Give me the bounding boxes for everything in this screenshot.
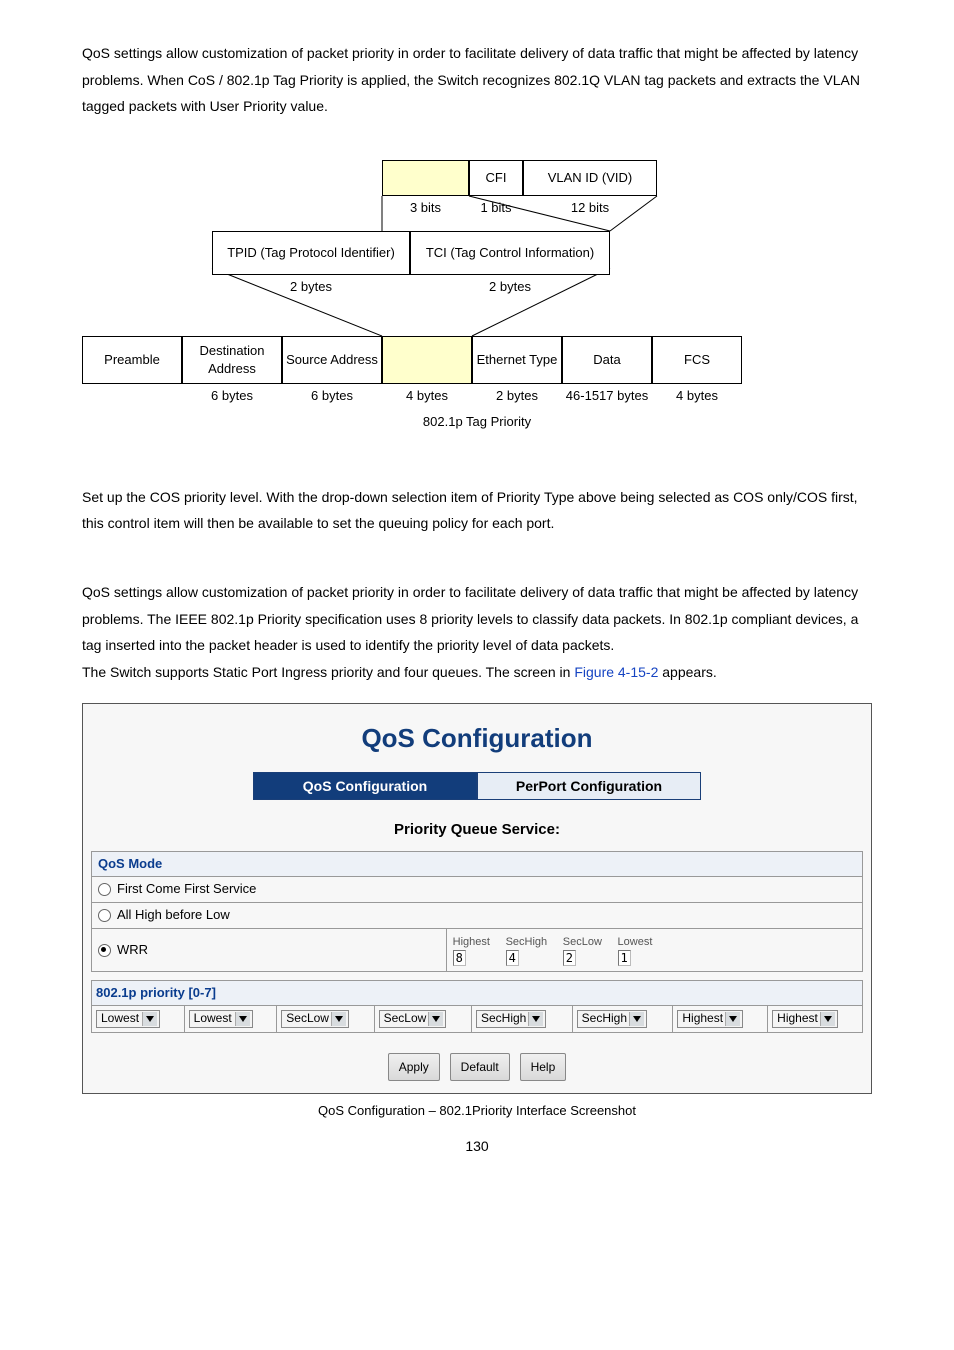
screenshot-title: QoS Configuration <box>83 704 871 771</box>
wrr-input-lowest[interactable]: 1 <box>618 950 631 966</box>
cell-tci: TCI (Tag Control Information) <box>410 231 610 275</box>
wrr-label-0: Highest <box>453 936 490 948</box>
radio-allhigh[interactable] <box>98 909 111 922</box>
tab-qos-configuration[interactable]: QoS Configuration <box>253 772 477 800</box>
radio-allhigh-label: All High before Low <box>117 907 230 922</box>
chevron-down-icon <box>331 1012 346 1026</box>
chevron-down-icon <box>629 1012 644 1026</box>
wrr-input-sechigh[interactable]: 4 <box>506 950 519 966</box>
bytes-tag: 4 bytes <box>382 388 472 405</box>
wrr-label-3: Lowest <box>618 936 653 948</box>
bytes-data: 46-1517 bytes <box>562 388 652 405</box>
diagram-caption: 802.1p Tag Priority <box>82 414 872 431</box>
priority-select-6[interactable]: Highest <box>677 1010 743 1028</box>
wrr-label-2: SecLow <box>563 936 602 948</box>
chevron-down-icon <box>528 1012 543 1026</box>
bits-3: 3 bits <box>382 200 469 217</box>
page-number: 130 <box>82 1133 872 1160</box>
radio-wrr[interactable] <box>98 944 111 957</box>
priority-select-4[interactable]: SecHigh <box>476 1010 546 1028</box>
cell-data: Data <box>562 336 652 384</box>
priority-queue-heading: Priority Queue Service: <box>83 806 871 851</box>
mid-p3-a: The Switch supports Static Port Ingress … <box>82 664 574 680</box>
bytes-et: 2 bytes <box>472 388 562 405</box>
bytes-tci: 2 bytes <box>410 279 610 296</box>
default-button[interactable]: Default <box>450 1053 510 1082</box>
wrr-input-highest[interactable]: 8 <box>453 950 466 966</box>
bits-12: 12 bits <box>523 200 657 217</box>
button-row: Apply Default Help <box>83 1045 871 1094</box>
qos-config-screenshot: QoS Configuration QoS ConfigurationPerPo… <box>82 703 872 1094</box>
wrr-label-1: SecHigh <box>506 936 548 948</box>
radio-fcfs[interactable] <box>98 883 111 896</box>
priority-table: 802.1p priority [0-7] Lowest Lowest SecLow… <box>91 980 863 1033</box>
cell-src-addr: Source Address <box>282 336 382 384</box>
priority-select-5[interactable]: SecHigh <box>577 1010 647 1028</box>
cell-eth-type: Ethernet Type <box>472 336 562 384</box>
vlan-tag-diagram: CFI VLAN ID (VID) 3 bits 1 bits 12 bits … <box>82 160 872 460</box>
priority-select-1[interactable]: Lowest <box>189 1010 253 1028</box>
chevron-down-icon <box>235 1012 250 1026</box>
priority-select-2[interactable]: SecLow <box>281 1010 349 1028</box>
bits-1: 1 bits <box>469 200 523 217</box>
apply-button[interactable]: Apply <box>388 1053 440 1082</box>
chevron-down-icon <box>428 1012 443 1026</box>
cell-tag-blank <box>382 336 472 384</box>
config-tabs: QoS ConfigurationPerPort Configuration <box>83 772 871 806</box>
wrr-input-seclow[interactable]: 2 <box>563 950 576 966</box>
priority-select-7[interactable]: Highest <box>772 1010 838 1028</box>
bytes-tpid: 2 bytes <box>212 279 410 296</box>
bytes-da: 6 bytes <box>182 388 282 405</box>
bytes-fcs: 4 bytes <box>652 388 742 405</box>
cell-vid: VLAN ID (VID) <box>523 160 657 196</box>
mid-paragraph-3: The Switch supports Static Port Ingress … <box>82 659 872 686</box>
chevron-down-icon <box>820 1012 835 1026</box>
cell-cfi: CFI <box>469 160 523 196</box>
cell-fcs: FCS <box>652 336 742 384</box>
cell-priority-blank <box>382 160 469 196</box>
help-button[interactable]: Help <box>520 1053 567 1082</box>
mid-paragraph-1: Set up the COS priority level. With the … <box>82 484 872 537</box>
chevron-down-icon <box>725 1012 740 1026</box>
radio-fcfs-label: First Come First Service <box>117 881 256 896</box>
qos-mode-table: QoS Mode First Come First Service All Hi… <box>91 851 863 972</box>
cell-dest-addr: Destination Address <box>182 336 282 384</box>
cell-tpid: TPID (Tag Protocol Identifier) <box>212 231 410 275</box>
screenshot-caption: QoS Configuration – 802.1Priority Interf… <box>82 1102 872 1120</box>
priority-select-3[interactable]: SecLow <box>379 1010 447 1028</box>
figure-ref-link[interactable]: Figure 4-15-2 <box>574 664 658 680</box>
tab-perport-configuration[interactable]: PerPort Configuration <box>477 772 701 800</box>
chevron-down-icon <box>142 1012 157 1026</box>
mid-p3-b: appears. <box>658 664 716 680</box>
priority-header: 802.1p priority [0-7] <box>92 980 863 1005</box>
intro-paragraph-1: QoS settings allow customization of pack… <box>82 40 872 120</box>
priority-select-0[interactable]: Lowest <box>96 1010 160 1028</box>
qos-mode-header: QoS Mode <box>92 851 863 877</box>
cell-preamble: Preamble <box>82 336 182 384</box>
radio-wrr-label: WRR <box>117 942 148 957</box>
bytes-sa: 6 bytes <box>282 388 382 405</box>
mid-paragraph-2: QoS settings allow customization of pack… <box>82 579 872 659</box>
